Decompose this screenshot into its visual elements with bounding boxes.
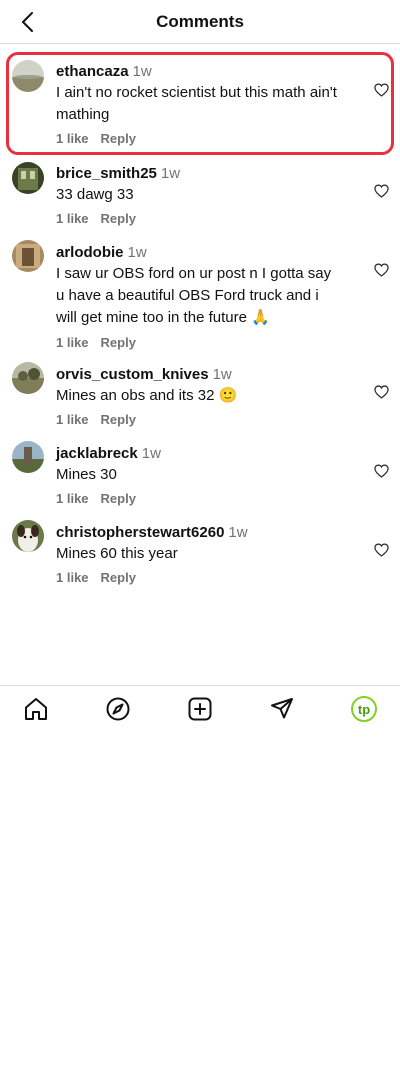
send-direct-icon[interactable]	[269, 696, 295, 722]
comment-meta: 1 like Reply	[56, 131, 346, 146]
comment-username[interactable]: arlodobie	[56, 244, 124, 261]
avatar[interactable]	[12, 520, 44, 552]
comment-body: arlodobie 1w I saw ur OBS ford on ur post…	[56, 243, 336, 350]
heart-icon[interactable]	[374, 464, 389, 478]
home-icon[interactable]	[23, 696, 49, 722]
avatar[interactable]	[12, 441, 44, 473]
comment-username[interactable]: christopherstewart6260	[56, 524, 224, 541]
heart-icon[interactable]	[374, 543, 389, 557]
comment-body: orvis_custom_knives 1w Mines an obs and i…	[56, 365, 346, 427]
heart-icon[interactable]	[374, 263, 389, 277]
comment-time: 1w	[141, 445, 161, 462]
avatar[interactable]	[12, 362, 44, 394]
like-count[interactable]: 1 like	[56, 211, 89, 226]
create-plus-icon[interactable]	[187, 696, 213, 722]
comment-body: jacklabreck 1w Mines 30 1 like Reply	[56, 444, 346, 506]
comment-time: 1w	[212, 366, 232, 383]
comment-time: 1w	[132, 63, 152, 80]
comment-text: Mines 30	[56, 466, 117, 483]
comment-meta: 1 like Reply	[56, 335, 336, 350]
header: Comments	[0, 0, 400, 44]
reply-button[interactable]: Reply	[101, 491, 136, 506]
comment-username[interactable]: jacklabreck	[56, 445, 138, 462]
profile-logo-icon[interactable]: tp	[351, 696, 377, 722]
reply-button[interactable]: Reply	[101, 335, 136, 350]
avatar[interactable]	[12, 240, 44, 272]
comment-body: ethancaza 1w I ain't no rocket scientist …	[56, 62, 346, 146]
comment-username[interactable]: brice_smith25	[56, 165, 157, 182]
heart-icon[interactable]	[374, 184, 389, 198]
avatar[interactable]	[12, 162, 44, 194]
comment-meta: 1 like Reply	[56, 412, 346, 427]
comment-time: 1w	[228, 524, 248, 541]
comment-meta: 1 like Reply	[56, 570, 346, 585]
explore-compass-icon[interactable]	[105, 696, 131, 722]
comment-text: Mines an obs and its 32 🙂	[56, 387, 238, 404]
like-count[interactable]: 1 like	[56, 131, 89, 146]
comment-time: 1w	[127, 244, 147, 261]
comment-body: christopherstewart6260 1w Mines 60 this y…	[56, 523, 346, 585]
comment-username[interactable]: orvis_custom_knives	[56, 366, 209, 383]
reply-button[interactable]: Reply	[101, 570, 136, 585]
comment-meta: 1 like Reply	[56, 211, 346, 226]
reply-button[interactable]: Reply	[101, 211, 136, 226]
reply-button[interactable]: Reply	[101, 412, 136, 427]
comment-text: 33 dawg 33	[56, 186, 134, 203]
bottom-nav: tp	[0, 685, 400, 731]
comment-text: I ain't no rocket scientist but this mat…	[56, 84, 337, 123]
like-count[interactable]: 1 like	[56, 570, 89, 585]
page-title: Comments	[156, 12, 244, 31]
like-count[interactable]: 1 like	[56, 335, 89, 350]
comment-time: 1w	[160, 165, 181, 182]
comment-username[interactable]: ethancaza	[56, 63, 129, 80]
avatar[interactable]	[12, 60, 44, 92]
like-count[interactable]: 1 like	[56, 491, 89, 506]
comment-meta: 1 like Reply	[56, 491, 346, 506]
heart-icon[interactable]	[374, 385, 389, 399]
reply-button[interactable]: Reply	[101, 131, 136, 146]
like-count[interactable]: 1 like	[56, 412, 89, 427]
heart-icon[interactable]	[374, 83, 389, 97]
comment-text: I saw ur OBS ford on ur post n I gotta s…	[56, 265, 332, 326]
comment-text: Mines 60 this year	[56, 545, 178, 562]
comment-body: brice_smith25 1w 33 dawg 33 1 like Reply	[56, 164, 346, 226]
